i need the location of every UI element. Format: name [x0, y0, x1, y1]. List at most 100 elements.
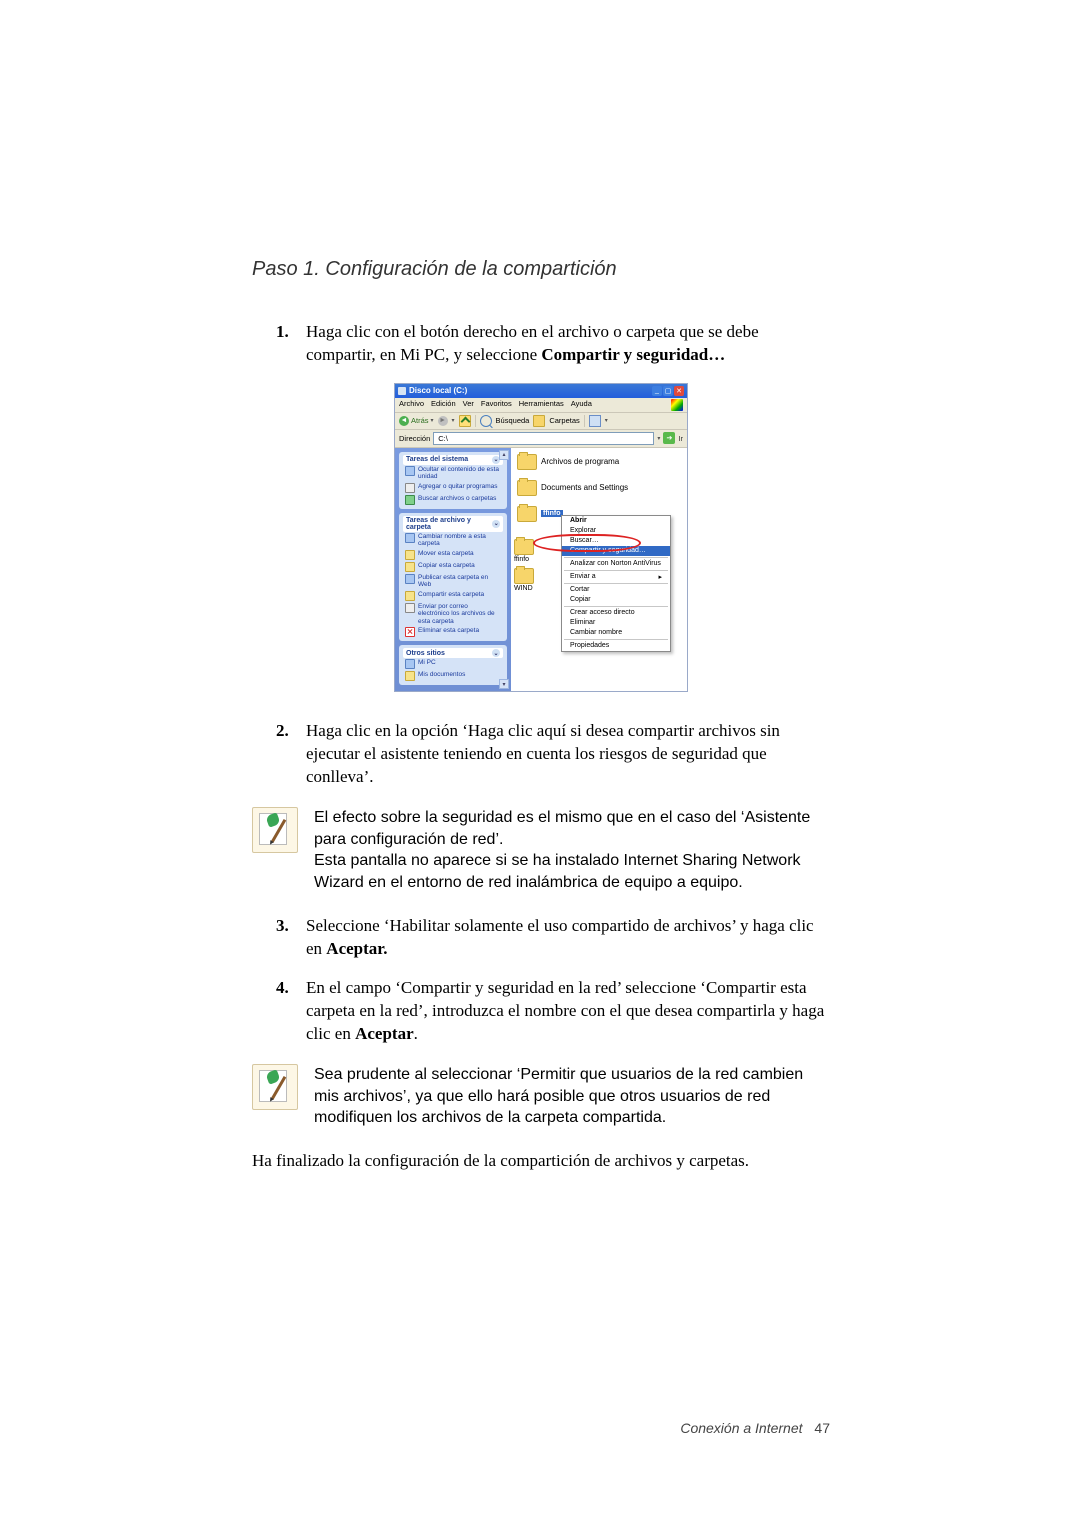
- menu-archivo[interactable]: Archivo: [399, 399, 424, 411]
- task-email[interactable]: Enviar por correo electrónico los archiv…: [403, 602, 503, 626]
- back-dropdown[interactable]: ▾: [431, 417, 434, 424]
- step-number: 4.: [276, 977, 306, 1046]
- note-2-line1: Sea prudente al seleccionar ‘Permitir qu…: [314, 1064, 830, 1129]
- search-label[interactable]: Búsqueda: [496, 416, 530, 425]
- folder-item-truncated[interactable]: WIND: [514, 568, 542, 592]
- note-1-line1: El efecto sobre la seguridad es el mismo…: [314, 807, 830, 850]
- task-publish[interactable]: Publicar esta carpeta en Web: [403, 573, 503, 590]
- task-delete[interactable]: Eliminar esta carpeta: [403, 626, 503, 638]
- minimize-button[interactable]: _: [652, 386, 662, 396]
- task-add-remove[interactable]: Agregar o quitar programas: [403, 482, 503, 494]
- footer-section: Conexión a Internet: [680, 1420, 802, 1436]
- go-button[interactable]: ➔: [663, 432, 675, 444]
- folder-label: WIND: [514, 585, 533, 592]
- context-menu: Abrir Explorar Buscar… Compartir y segur…: [561, 515, 671, 652]
- ctx-explore[interactable]: Explorar: [562, 526, 670, 536]
- note-1-line2: Esta pantalla no aparece si se ha instal…: [314, 850, 830, 893]
- mail-icon: [405, 603, 415, 613]
- info-icon: [405, 466, 415, 476]
- menu-ayuda[interactable]: Ayuda: [571, 399, 592, 411]
- views-dropdown[interactable]: ▾: [605, 417, 608, 424]
- ctx-copy[interactable]: Copiar: [562, 595, 670, 605]
- ctx-open[interactable]: Abrir: [562, 516, 670, 526]
- menu-herramientas[interactable]: Herramientas: [519, 399, 564, 411]
- folder-label: Archivos de programa: [541, 457, 619, 466]
- titlebar: Disco local (C:) _ ▢ ✕: [395, 384, 687, 398]
- folder-label: Documents and Settings: [541, 483, 628, 492]
- menu-favoritos[interactable]: Favoritos: [481, 399, 512, 411]
- copy-icon: [405, 562, 415, 572]
- chevron-icon: ⌄: [492, 520, 500, 528]
- address-dropdown[interactable]: ▾: [657, 435, 660, 442]
- drive-icon: [398, 387, 406, 395]
- programs-icon: [405, 483, 415, 493]
- task-copy[interactable]: Copiar esta carpeta: [403, 561, 503, 573]
- taskbox-other-header[interactable]: Otros sitios ⌄: [403, 648, 503, 658]
- back-button[interactable]: ◄ Atrás ▾: [399, 416, 434, 426]
- ctx-shortcut[interactable]: Crear acceso directo: [562, 608, 670, 618]
- note-icon: [252, 807, 298, 853]
- taskbox-file-header[interactable]: Tareas de archivo y carpeta ⌄: [403, 516, 503, 532]
- search-icon: [405, 495, 415, 505]
- maximize-button[interactable]: ▢: [663, 386, 673, 396]
- menu-edicion[interactable]: Edición: [431, 399, 456, 411]
- task-search[interactable]: Buscar archivos o carpetas: [403, 494, 503, 506]
- forward-dropdown[interactable]: ▾: [452, 417, 455, 424]
- step-2-text: Haga clic en la opción ‘Haga clic aquí s…: [306, 721, 780, 786]
- step-1-bold: Compartir y seguridad…: [541, 345, 725, 364]
- ctx-search[interactable]: Buscar…: [562, 536, 670, 546]
- views-button[interactable]: [589, 415, 601, 427]
- step-4: 4. En el campo ‘Compartir y seguridad en…: [276, 977, 830, 1046]
- step-4-text-tail: .: [414, 1024, 418, 1043]
- ctx-share[interactable]: Compartir y seguridad…: [562, 546, 670, 556]
- task-mipc[interactable]: Mi PC: [403, 658, 503, 670]
- task-misdocs[interactable]: Mis documentos: [403, 670, 503, 682]
- search-icon[interactable]: [480, 415, 492, 427]
- task-rename[interactable]: Cambiar nombre a esta carpeta: [403, 532, 503, 549]
- closing-text: Ha finalizado la configuración de la com…: [252, 1151, 830, 1171]
- ctx-delete[interactable]: Eliminar: [562, 618, 670, 628]
- taskbox-system-header[interactable]: Tareas del sistema ⌄: [403, 455, 503, 465]
- taskbox-other: Otros sitios ⌄ Mi PC Mis documentos: [399, 645, 507, 685]
- xp-logo-icon: [671, 399, 683, 411]
- share-icon: [405, 591, 415, 601]
- folder-item-truncated[interactable]: ffinfo: [514, 539, 542, 563]
- folders-label[interactable]: Carpetas: [549, 416, 579, 425]
- ctx-norton[interactable]: Analizar con Norton AntiVirus: [562, 559, 670, 569]
- task-share[interactable]: Compartir esta carpeta: [403, 590, 503, 602]
- pc-icon: [405, 659, 415, 669]
- ctx-properties[interactable]: Propiedades: [562, 641, 670, 651]
- taskbox-system-title: Tareas del sistema: [406, 456, 468, 463]
- toolbar: ◄ Atrás ▾ ► ▾ Búsqueda Carpetas ▾: [395, 413, 687, 430]
- scroll-up-icon[interactable]: ▴: [499, 450, 509, 460]
- step-3-bold: Aceptar.: [326, 939, 387, 958]
- task-move[interactable]: Mover esta carpeta: [403, 549, 503, 561]
- menu-ver[interactable]: Ver: [463, 399, 474, 411]
- folders-icon[interactable]: [533, 415, 545, 427]
- folder-item[interactable]: Archivos de programa: [517, 454, 681, 470]
- scroll-down-icon[interactable]: ▾: [499, 679, 509, 689]
- folder-item[interactable]: Documents and Settings: [517, 480, 681, 496]
- step-number: 1.: [276, 321, 306, 367]
- note-1: El efecto sobre la seguridad es el mismo…: [252, 807, 830, 893]
- folder-label-selected: ffinfo: [541, 510, 563, 517]
- ctx-separator: [564, 639, 668, 640]
- up-button[interactable]: [459, 415, 471, 427]
- toolbar-separator: [584, 415, 585, 427]
- task-hide-contents[interactable]: Ocultar el contenido de esta unidad: [403, 465, 503, 482]
- forward-button[interactable]: ►: [438, 416, 448, 426]
- close-button[interactable]: ✕: [674, 386, 684, 396]
- taskbox-other-title: Otros sitios: [406, 650, 445, 657]
- step-1: 1. Haga clic con el botón derecho en el …: [276, 321, 830, 367]
- web-icon: [405, 574, 415, 584]
- section-title: Paso 1. Configuración de la compartición: [252, 258, 830, 281]
- ctx-sendto[interactable]: Enviar a▸: [562, 572, 670, 582]
- taskbox-system: Tareas del sistema ⌄ Ocultar el contenid…: [399, 452, 507, 509]
- address-bar: Dirección C:\ ▾ ➔ Ir: [395, 430, 687, 448]
- address-input[interactable]: C:\: [433, 432, 654, 445]
- ctx-rename[interactable]: Cambiar nombre: [562, 628, 670, 638]
- note-2: Sea prudente al seleccionar ‘Permitir qu…: [252, 1064, 830, 1129]
- taskbox-file: Tareas de archivo y carpeta ⌄ Cambiar no…: [399, 513, 507, 641]
- chevron-icon: ⌄: [492, 649, 500, 657]
- ctx-cut[interactable]: Cortar: [562, 585, 670, 595]
